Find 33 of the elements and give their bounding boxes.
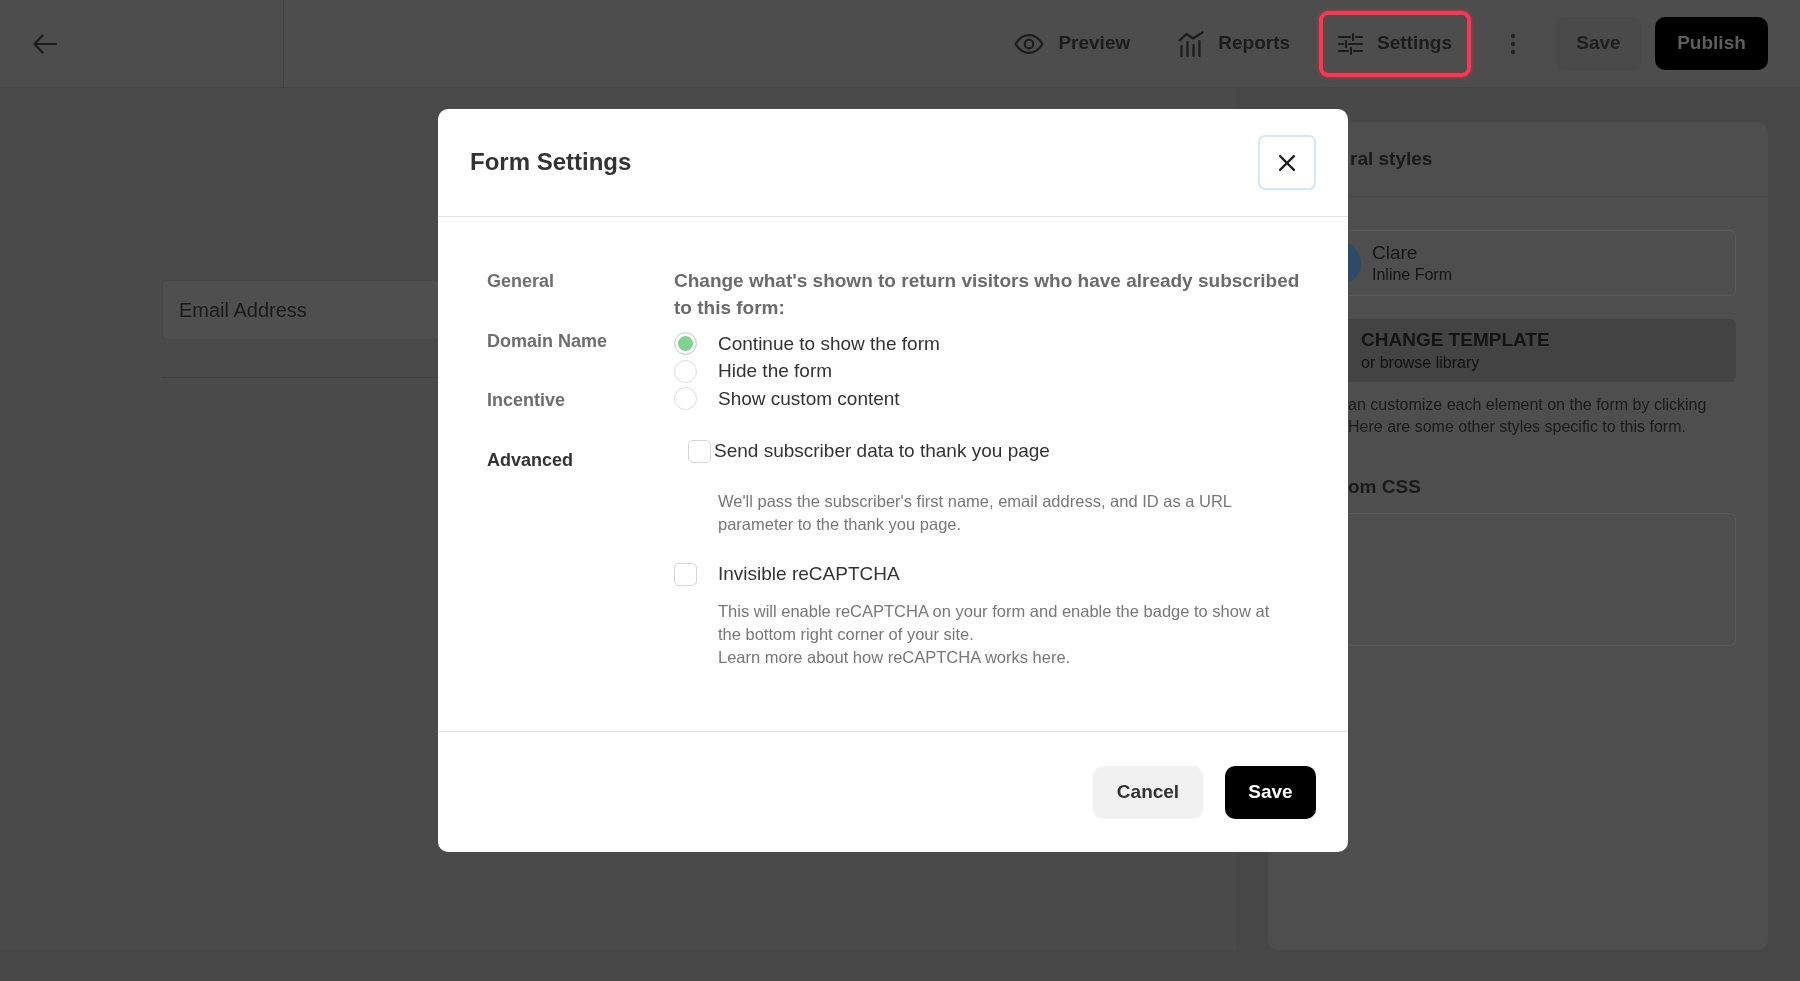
eye-icon <box>1014 33 1045 54</box>
radio-label: Hide the form <box>718 359 833 383</box>
sliders-icon <box>1338 32 1364 55</box>
template-name: Clare <box>1372 241 1419 265</box>
more-icon <box>1510 32 1516 55</box>
checkbox[interactable] <box>688 440 711 463</box>
settings-nav-item[interactable]: Incentive <box>487 386 566 414</box>
radio-button[interactable] <box>674 332 697 356</box>
checkbox-label: Send subscriber data to thank you page <box>714 439 1050 464</box>
intro-text: Change what's shown to return visitors who have already subscribed to this form: <box>674 269 1301 320</box>
template-type: Inline Form <box>1372 265 1453 285</box>
css-input-field[interactable] <box>1348 513 1736 646</box>
close-icon <box>1279 154 1295 171</box>
settings-nav-item[interactable]: Advanced <box>487 445 574 474</box>
radio-label: Continue to show the form <box>718 331 940 356</box>
template-card[interactable]: Clare Inline Form <box>1348 230 1736 296</box>
back-button[interactable] <box>33 33 57 54</box>
settings-nav-item[interactable]: General <box>487 267 555 295</box>
save-button[interactable]: Save <box>1225 765 1316 819</box>
help-text: This will enable reCAPTCHA on your form and enable the badge to show at the bottom right corner of your site. Learn more about how reCAPTCHA works here. <box>718 600 1271 668</box>
checkbox[interactable] <box>674 563 697 586</box>
settings-nav-item[interactable]: Domain Name <box>487 326 608 355</box>
help-text: We'll pass the subscriber's first name, email address, and ID as a URL parameter to the thank you page. <box>718 490 1233 535</box>
bar-chart-icon <box>1178 30 1205 57</box>
checkbox-label: Invisible reCAPTCHA <box>718 562 900 587</box>
radio-button[interactable] <box>674 359 697 383</box>
close-button[interactable] <box>1258 135 1316 190</box>
back-arrow-icon <box>33 33 57 54</box>
publish-button[interactable]: Publish <box>1655 17 1768 70</box>
radio-button[interactable] <box>674 387 697 411</box>
radio-label: Show custom content <box>718 386 900 411</box>
cancel-button[interactable]: Cancel <box>1093 765 1203 819</box>
dialog-title: Form Settings <box>470 148 632 177</box>
